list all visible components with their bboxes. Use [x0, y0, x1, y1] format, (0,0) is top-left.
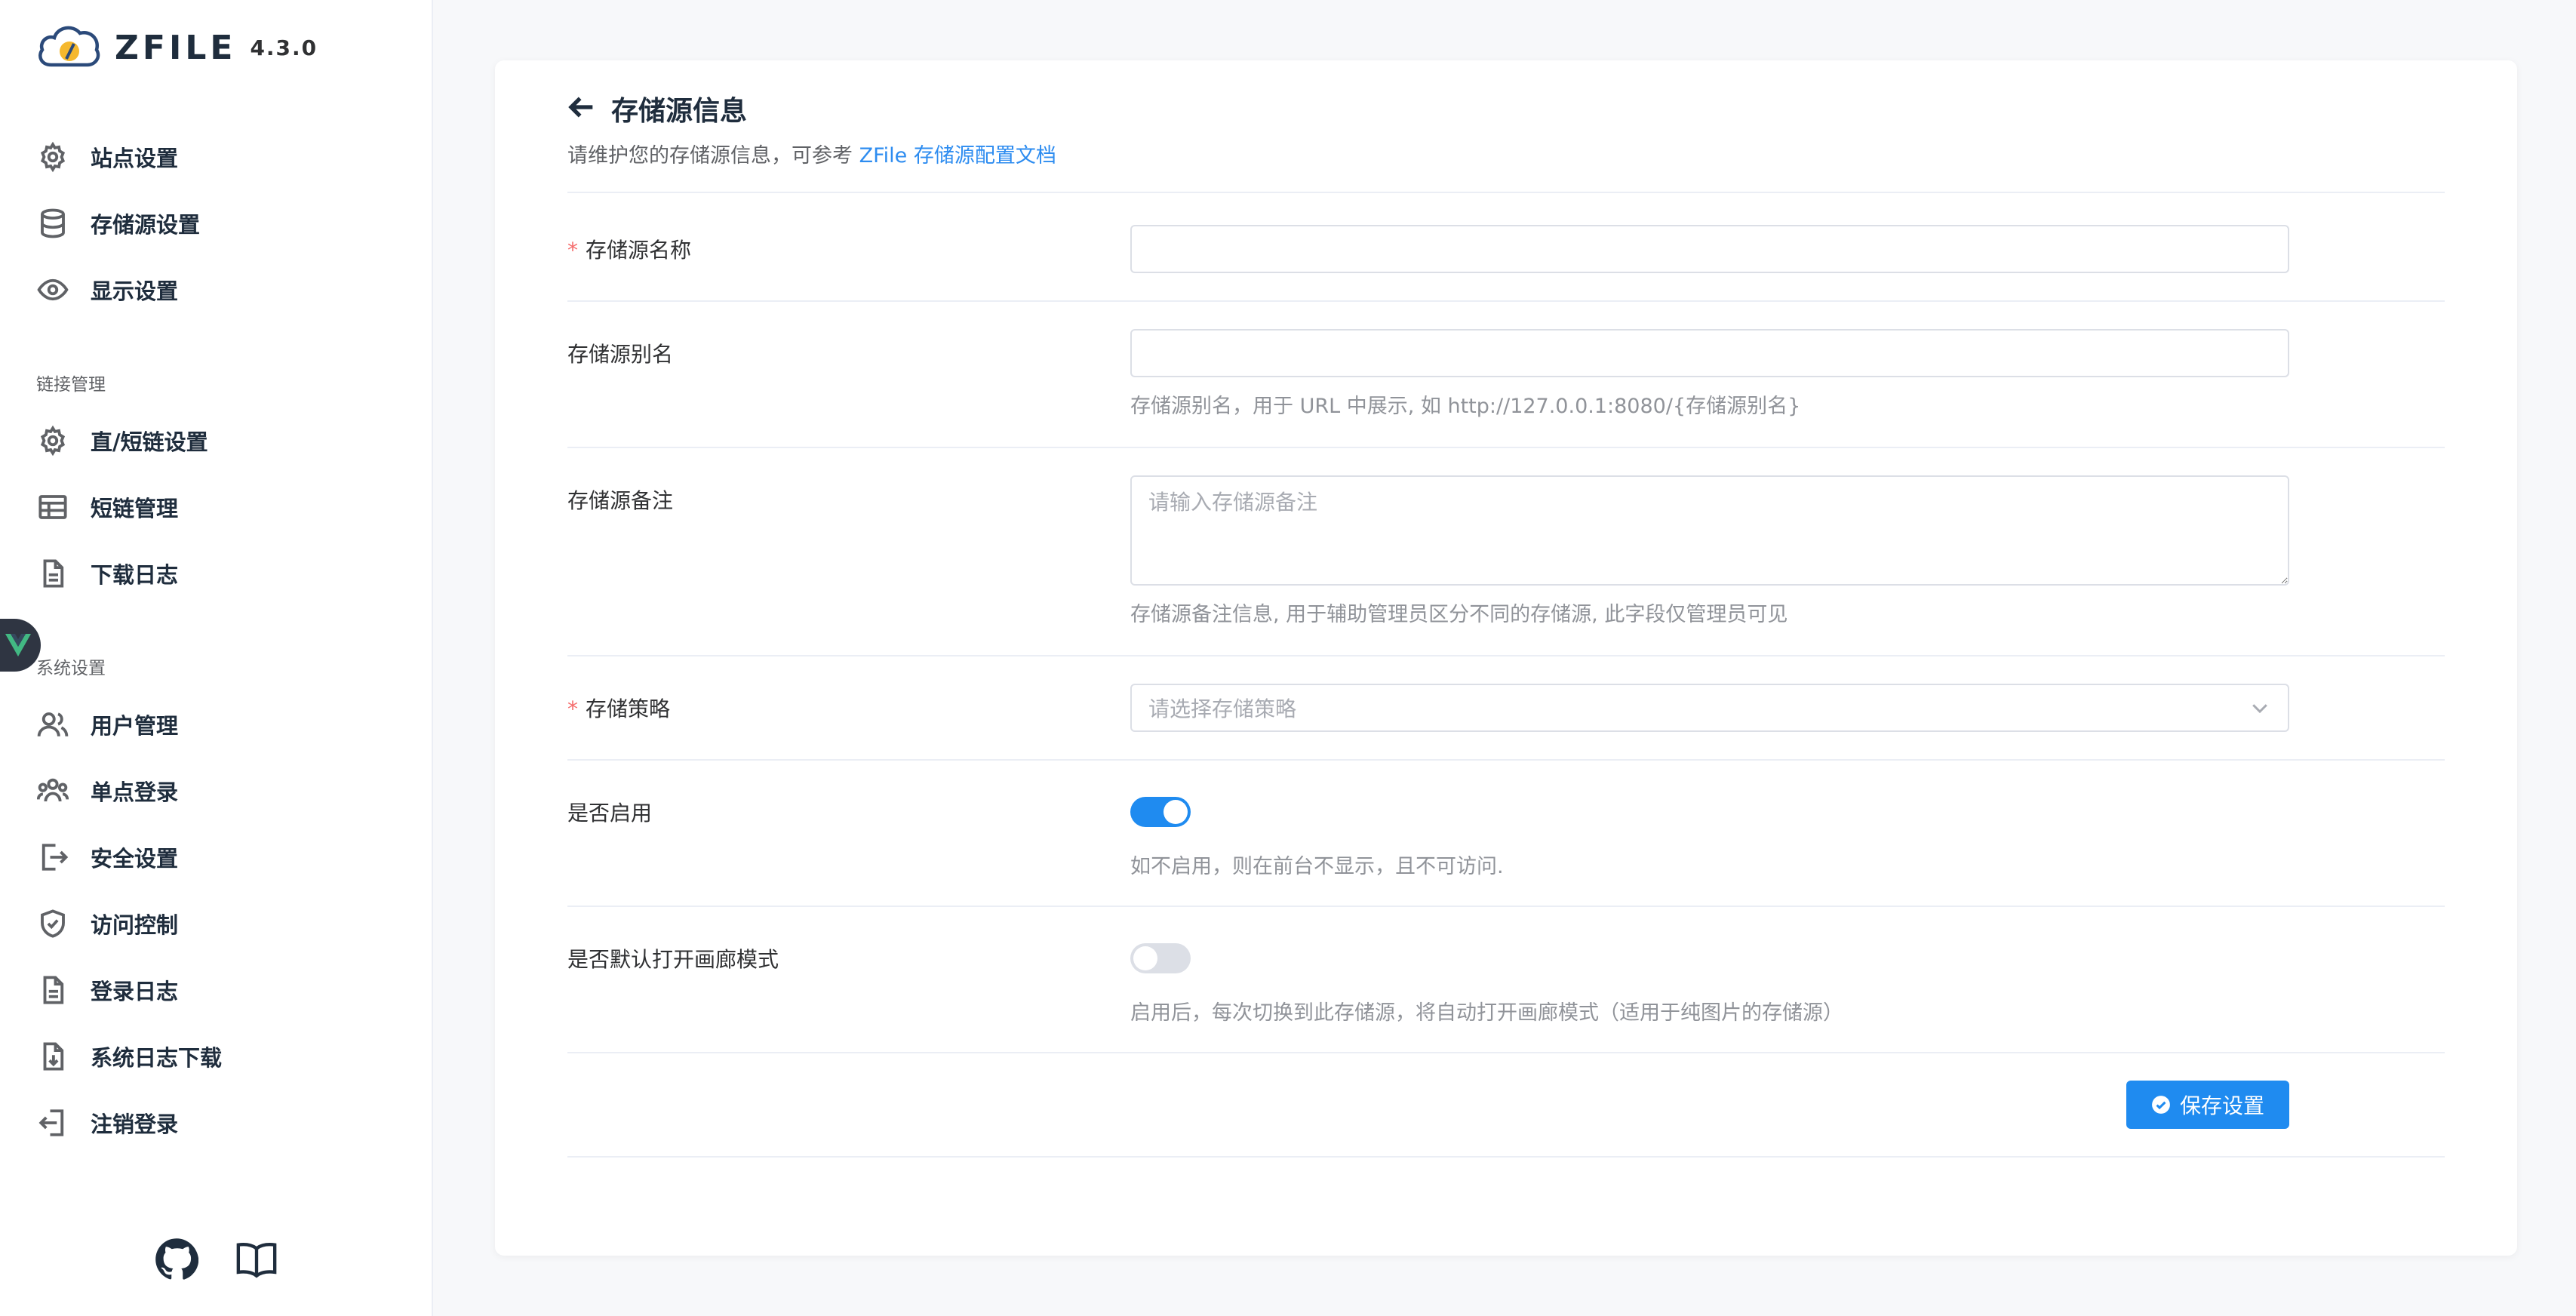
sidebar-item-label: 直/短链设置: [91, 429, 208, 455]
brand-name: ZFILE: [115, 28, 237, 67]
cloud-logo-icon: [38, 26, 100, 67]
sidebar-item-link-settings[interactable]: 直/短链设置: [36, 418, 413, 463]
sidebar-item-label: 安全设置: [91, 846, 179, 872]
sidebar-item-label: 存储源设置: [91, 212, 201, 238]
check-circle-icon: [2152, 1096, 2170, 1114]
storage-strategy-select[interactable]: 请选择存储策略: [1130, 684, 2289, 732]
gallery-label: 是否默认打开画廊模式: [567, 947, 779, 972]
divider: [567, 655, 2445, 656]
sidebar-item-display-settings[interactable]: 显示设置: [36, 267, 413, 312]
sidebar-item-sso[interactable]: 单点登录: [36, 768, 413, 813]
enable-help: 如不启用，则在前台不显示，且不可访问.: [1130, 855, 1504, 878]
gallery-help: 启用后，每次切换到此存储源，将自动打开画廊模式（适用于纯图片的存储源）: [1130, 1001, 1843, 1025]
group-icon: [36, 774, 69, 807]
card-header: 存储源信息 请维护您的存储源信息，可参考 ZFile 存储源配置文档: [567, 86, 1056, 168]
logo[interactable]: ZFILE 4.3.0: [36, 21, 318, 74]
storage-info-card: 存储源信息 请维护您的存储源信息，可参考 ZFile 存储源配置文档 * 存储源名…: [495, 60, 2517, 1256]
logout-icon: [36, 841, 69, 874]
sidebar-item-label: 单点登录: [91, 779, 179, 805]
sidebar-item-label: 用户管理: [91, 713, 179, 739]
page-title: 存储源信息: [611, 96, 748, 127]
storage-strategy-label: * 存储策略: [567, 693, 670, 723]
table-icon: [36, 490, 69, 524]
enable-label: 是否启用: [567, 801, 653, 826]
storage-alias-input[interactable]: [1130, 329, 2289, 377]
app-root: ZFILE 4.3.0 站点设置 存储源设置 显示设置 链接管理 直/短链设置 …: [0, 0, 2576, 1316]
page-subtitle: 请维护您的存储源信息，可参考 ZFile 存储源配置文档: [567, 139, 1056, 168]
gallery-switch[interactable]: [1130, 943, 1191, 973]
storage-alias-label: 存储源别名: [567, 342, 674, 367]
sidebar-item-label: 显示设置: [91, 278, 179, 304]
sidebar-item-label: 短链管理: [91, 496, 179, 521]
brand-version: 4.3.0: [250, 35, 318, 60]
divider: [567, 1052, 2445, 1053]
login-icon: [36, 1106, 69, 1139]
document-icon: [36, 557, 69, 590]
divider: [567, 759, 2445, 761]
sidebar-item-label: 登录日志: [91, 979, 179, 1004]
enable-switch[interactable]: [1130, 797, 1191, 827]
save-settings-button[interactable]: 保存设置: [2126, 1081, 2289, 1129]
gear-icon: [36, 140, 69, 174]
sidebar-item-site-settings[interactable]: 站点设置: [36, 134, 413, 180]
sidebar: ZFILE 4.3.0 站点设置 存储源设置 显示设置 链接管理 直/短链设置 …: [0, 0, 433, 1316]
divider: [567, 300, 2445, 302]
required-mark: *: [567, 696, 578, 721]
switch-knob: [1164, 800, 1188, 824]
sidebar-item-security[interactable]: 安全设置: [36, 835, 413, 880]
arrow-left-icon[interactable]: [567, 92, 598, 125]
sidebar-footer: [155, 1238, 278, 1284]
sidebar-item-logout[interactable]: 注销登录: [36, 1100, 413, 1145]
storage-remark-help: 存储源备注信息, 用于辅助管理员区分不同的存储源, 此字段仅管理员可见: [1130, 603, 1788, 626]
sidebar-item-label: 访问控制: [91, 912, 179, 938]
database-icon: [36, 207, 69, 240]
sidebar-item-access-control[interactable]: 访问控制: [36, 901, 413, 946]
storage-strategy-placeholder: 请选择存储策略: [1148, 696, 1297, 721]
save-settings-label: 保存设置: [2179, 1093, 2264, 1118]
sidebar-item-login-log[interactable]: 登录日志: [36, 967, 413, 1013]
storage-remark-label: 存储源备注: [567, 488, 674, 513]
sidebar-item-short-link-manage[interactable]: 短链管理: [36, 484, 413, 530]
users-icon: [36, 708, 69, 741]
book-icon[interactable]: [235, 1238, 278, 1284]
storage-name-label: * 存储源名称: [567, 234, 691, 264]
document-icon: [36, 973, 69, 1007]
chevron-down-icon: [2252, 704, 2267, 714]
sidebar-item-storage-settings[interactable]: 存储源设置: [36, 201, 413, 246]
sidebar-item-download-log[interactable]: 下载日志: [36, 551, 413, 596]
sidebar-item-label: 注销登录: [91, 1112, 179, 1137]
shield-check-icon: [36, 907, 69, 940]
sidebar-item-label: 系统日志下载: [91, 1045, 223, 1071]
gear-icon: [36, 424, 69, 457]
divider: [567, 1156, 2445, 1158]
divider: [567, 447, 2445, 448]
storage-strategy-label-text: 存储策略: [586, 696, 671, 721]
download-document-icon: [36, 1040, 69, 1073]
menu-group-title: 系统设置: [36, 659, 106, 678]
storage-name-input[interactable]: [1130, 225, 2289, 273]
storage-alias-help: 存储源别名，用于 URL 中展示, 如 http://127.0.0.1:808…: [1130, 395, 1801, 418]
required-mark: *: [567, 238, 578, 263]
divider: [567, 192, 2445, 193]
storage-remark-textarea[interactable]: [1130, 475, 2289, 586]
sidebar-item-label: 下载日志: [91, 562, 179, 588]
sidebar-item-user-manage[interactable]: 用户管理: [36, 702, 413, 747]
divider: [567, 906, 2445, 907]
config-doc-link[interactable]: ZFile 存储源配置文档: [859, 144, 1056, 168]
switch-knob: [1133, 946, 1157, 970]
storage-name-label-text: 存储源名称: [586, 238, 692, 263]
subtitle-text: 请维护您的存储源信息，可参考: [567, 144, 859, 168]
sidebar-item-system-log-download[interactable]: 系统日志下载: [36, 1034, 413, 1079]
sidebar-item-label: 站点设置: [91, 146, 179, 171]
github-icon[interactable]: [155, 1238, 199, 1284]
menu-group-title: 链接管理: [36, 375, 106, 395]
eye-icon: [36, 273, 69, 306]
vue-logo-icon: [5, 634, 31, 656]
vue-devtools-toggle[interactable]: [0, 619, 41, 672]
